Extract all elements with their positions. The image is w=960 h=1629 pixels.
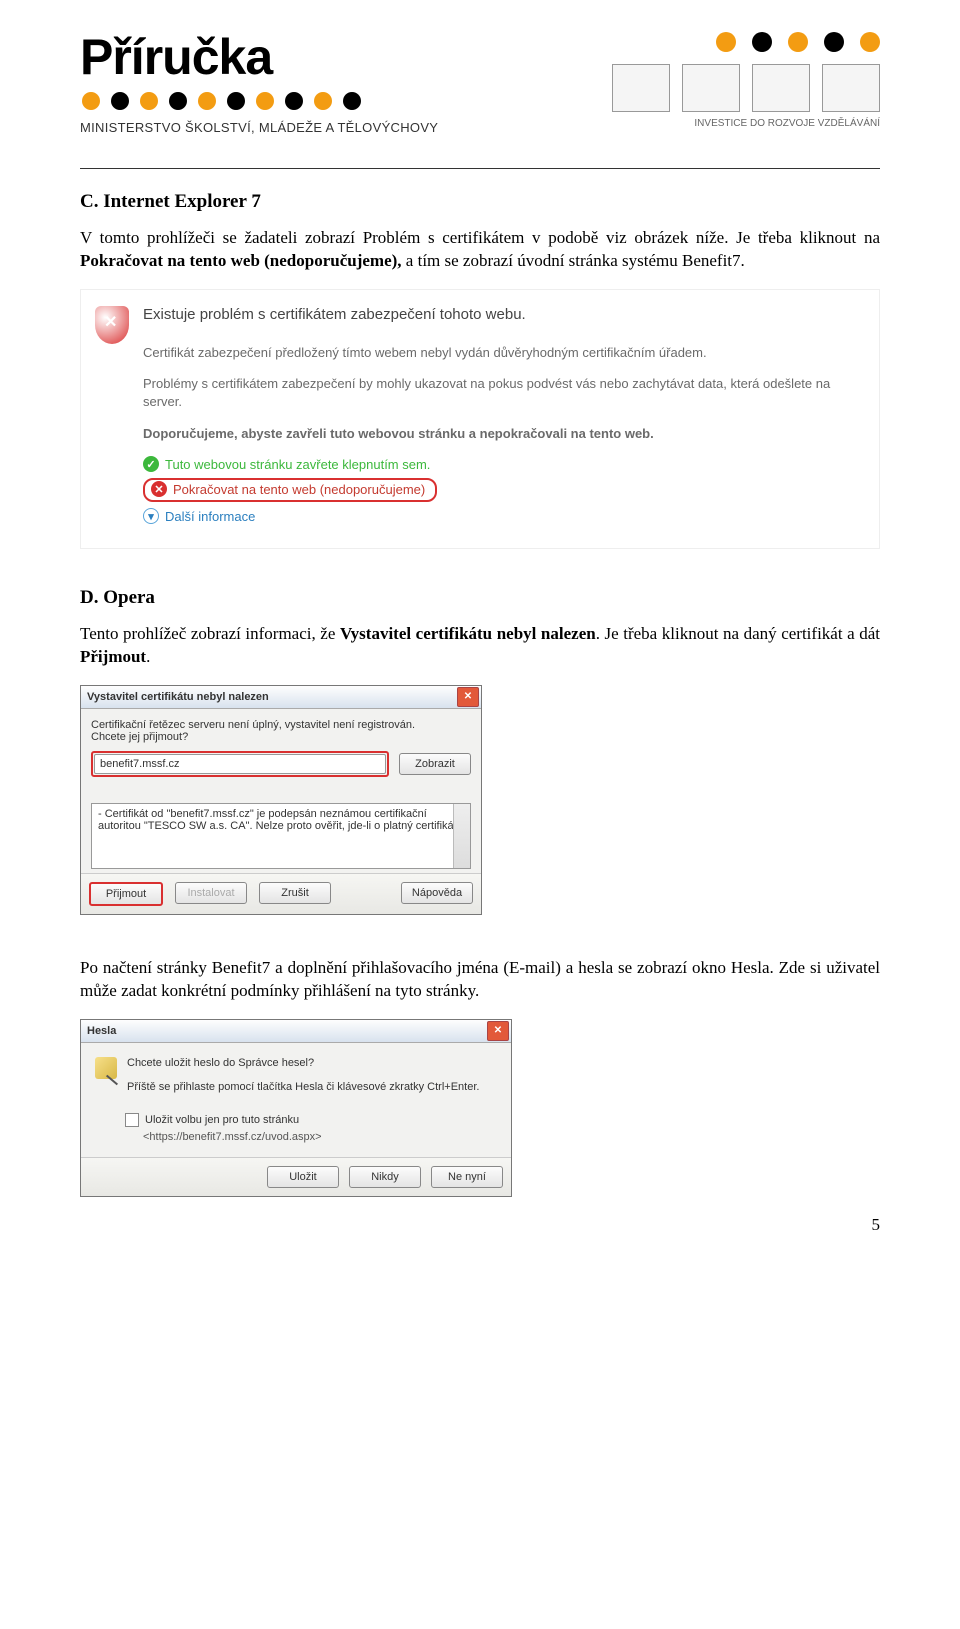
dialog-titlebar[interactable]: Hesla ✕	[81, 1020, 511, 1043]
dialog-question: Chcete jej přijmout?	[91, 731, 471, 743]
never-button[interactable]: Nikdy	[349, 1166, 421, 1188]
not-now-button[interactable]: Ne nyní	[431, 1166, 503, 1188]
hesla-password-dialog: Hesla ✕ Chcete uložit heslo do Správce h…	[80, 1019, 512, 1197]
wand-icon	[95, 1057, 117, 1079]
check-icon: ✓	[143, 456, 159, 472]
section-d-paragraph: Tento prohlížeč zobrazí informaci, že Vy…	[80, 623, 880, 669]
show-button[interactable]: Zobrazit	[399, 753, 471, 775]
section-d-heading: D. Opera	[80, 587, 880, 609]
ie7-warning-title: Existuje problém s certifikátem zabezpeč…	[143, 306, 526, 323]
save-button[interactable]: Uložit	[267, 1166, 339, 1188]
dialog-button-row: Uložit Nikdy Ne nyní	[81, 1157, 511, 1196]
cancel-button[interactable]: Zrušit	[259, 882, 331, 904]
close-icon[interactable]: ✕	[457, 687, 479, 707]
msmt-logo	[752, 64, 810, 112]
ie7-warning-text: Problémy s certifikátem zabezpečení by m…	[143, 375, 869, 410]
dialog-button-row: Přijmout Instalovat Zrušit Nápověda	[81, 873, 481, 914]
esf-logo	[612, 64, 670, 112]
hesla-intro-paragraph: Po načtení stránky Benefit7 a doplnění p…	[80, 957, 880, 1003]
install-button[interactable]: Instalovat	[175, 882, 247, 904]
shield-error-icon	[95, 306, 129, 344]
section-c-paragraph: V tomto prohlížeči se žadateli zobrazí P…	[80, 227, 880, 273]
hesla-hint: Příště se přihlaste pomocí tlačítka Hesl…	[127, 1081, 479, 1093]
ie7-continue-link[interactable]: ✕ Pokračovat na tento web (nedoporučujem…	[143, 478, 869, 502]
ie7-warning-text: Certifikát zabezpečení předložený tímto …	[143, 344, 869, 362]
certificate-details[interactable]: ▲▼ - Certifikát od "benefit7.mssf.cz" je…	[91, 803, 471, 869]
eu-flag-logo	[682, 64, 740, 112]
chevron-down-icon: ▾	[143, 508, 159, 524]
save-for-page-checkbox[interactable]: Uložit volbu jen pro tuto stránku	[125, 1113, 497, 1127]
help-button[interactable]: Nápověda	[401, 882, 473, 904]
section-c-heading: C. Internet Explorer 7	[80, 191, 880, 213]
ie7-close-link[interactable]: ✓ Tuto webovou stránku zavřete klepnutím…	[143, 456, 869, 472]
header-top-dots	[716, 32, 880, 52]
page-number: 5	[80, 1215, 880, 1235]
partner-logos	[612, 64, 880, 112]
hesla-url: <https://benefit7.mssf.cz/uvod.aspx>	[143, 1131, 497, 1143]
dialog-message: Certifikační řetězec serveru není úplný,…	[91, 719, 471, 731]
checkbox-icon	[125, 1113, 139, 1127]
ie7-more-info-link[interactable]: ▾ Další informace	[143, 508, 869, 524]
op-vk-logo	[822, 64, 880, 112]
ie7-recommendation: Doporučujeme, abyste zavřeli tuto webovo…	[143, 425, 869, 443]
accept-button[interactable]: Přijmout	[89, 882, 163, 906]
ie7-certificate-warning: Existuje problém s certifikátem zabezpeč…	[80, 289, 880, 549]
certificate-entry[interactable]: benefit7.mssf.cz	[91, 751, 389, 777]
document-header: Příručka MINISTERSTVO ŠKOLSTVÍ, MLÁDEŽE …	[80, 28, 880, 158]
dialog-titlebar[interactable]: Vystavitel certifikátu nebyl nalezen ✕	[81, 686, 481, 709]
header-tagline: INVESTICE DO ROZVOJE VZDĚLÁVÁNÍ	[694, 118, 880, 129]
close-icon[interactable]: ✕	[487, 1021, 509, 1041]
hesla-question: Chcete uložit heslo do Správce hesel?	[127, 1057, 479, 1069]
header-divider	[80, 168, 880, 169]
opera-certificate-dialog: Vystavitel certifikátu nebyl nalezen ✕ C…	[80, 685, 482, 915]
cross-icon: ✕	[151, 481, 167, 497]
